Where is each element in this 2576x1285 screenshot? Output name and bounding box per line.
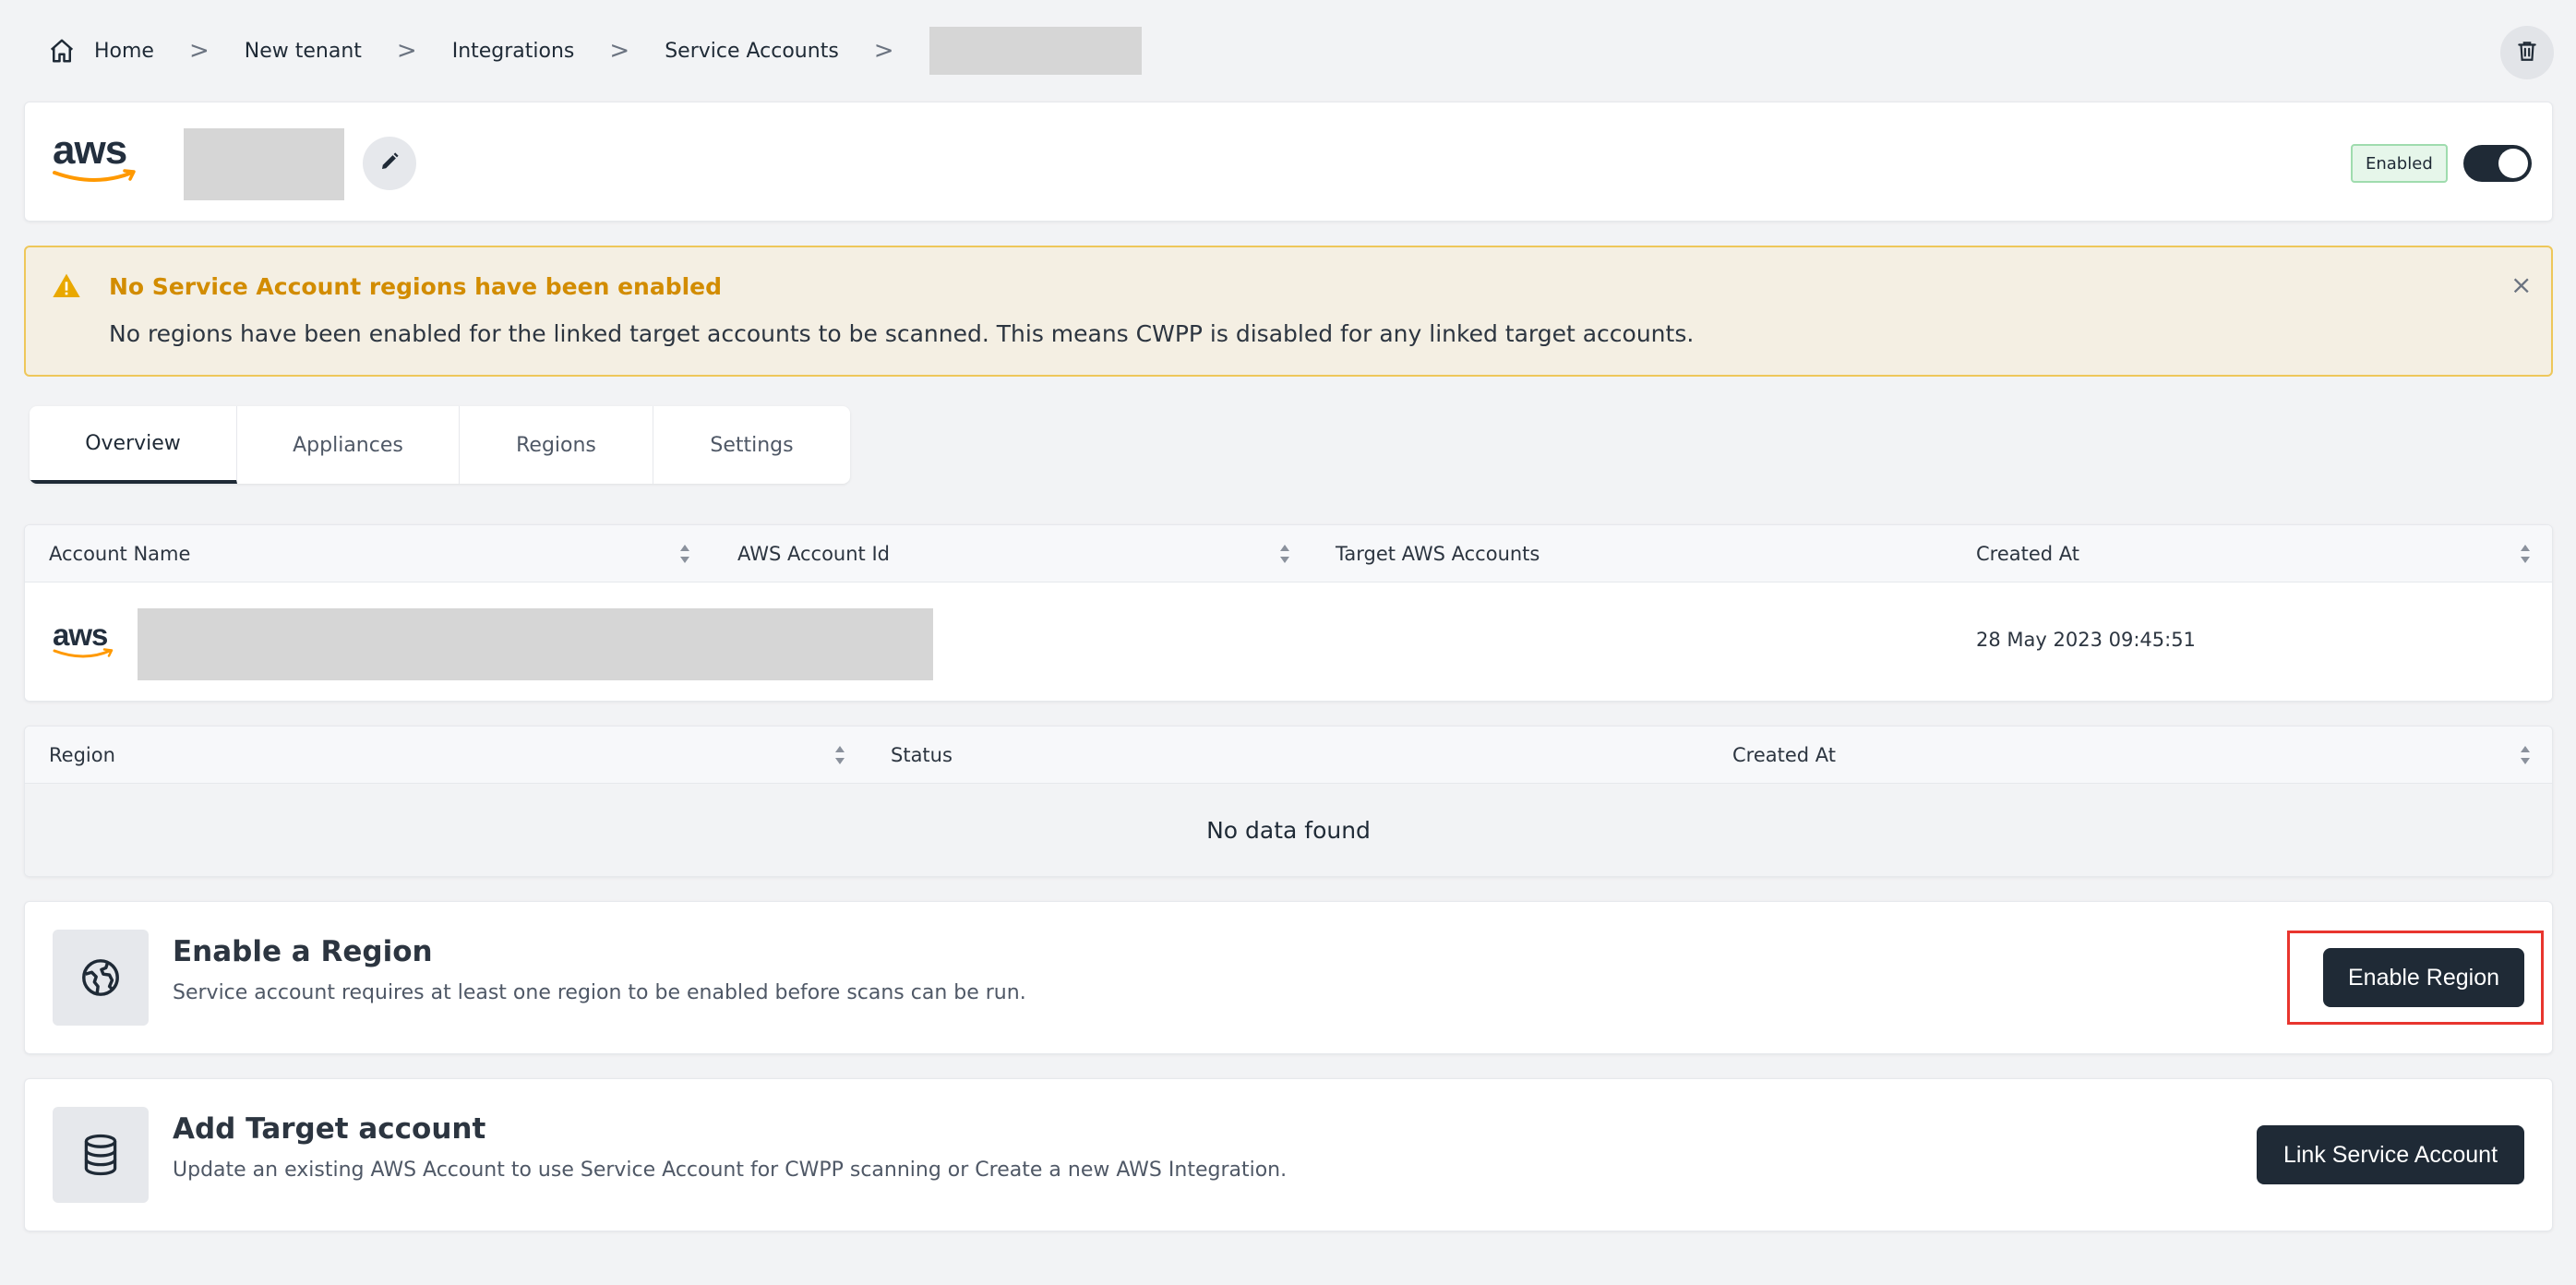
toggle-knob bbox=[2498, 149, 2528, 178]
delete-button[interactable] bbox=[2500, 26, 2554, 79]
tab-bar: Overview Appliances Regions Settings bbox=[30, 406, 850, 484]
add-target-description: Update an existing AWS Account to use Se… bbox=[173, 1159, 1288, 1182]
tab-overview[interactable]: Overview bbox=[30, 406, 237, 484]
aws-logo: aws bbox=[53, 619, 115, 659]
service-account-header: aws Enabled bbox=[24, 102, 2553, 222]
alert-title: No Service Account regions have been ena… bbox=[109, 273, 723, 300]
sort-icon[interactable] bbox=[2519, 743, 2532, 767]
column-header-status: Status bbox=[891, 744, 953, 766]
breadcrumb-home[interactable]: Home bbox=[94, 40, 154, 63]
chevron-right-icon: > bbox=[396, 37, 417, 65]
enable-region-description: Service account requires at least one re… bbox=[173, 981, 1026, 1004]
globe-icon bbox=[53, 930, 149, 1026]
alert-message: No regions have been enabled for the lin… bbox=[109, 320, 1695, 347]
highlight-box bbox=[2287, 931, 2544, 1025]
link-service-account-button[interactable]: Link Service Account bbox=[2257, 1125, 2524, 1184]
warning-icon bbox=[52, 271, 81, 301]
pencil-icon bbox=[378, 150, 401, 176]
column-header-created-at[interactable]: Created At bbox=[1976, 525, 2079, 582]
breadcrumb-integrations[interactable]: Integrations bbox=[452, 40, 575, 63]
column-header-account-name[interactable]: Account Name bbox=[49, 525, 190, 582]
table-row[interactable]: aws 28 May 2023 09:45:51 bbox=[25, 582, 2552, 701]
table-header: Account Name AWS Account Id Target AWS A… bbox=[25, 525, 2552, 582]
breadcrumb-service-accounts[interactable]: Service Accounts bbox=[665, 40, 839, 63]
column-header-region[interactable]: Region bbox=[49, 727, 115, 784]
tab-appliances[interactable]: Appliances bbox=[237, 406, 460, 484]
breadcrumb: Home > New tenant > Integrations > Servi… bbox=[48, 24, 1142, 78]
close-icon[interactable]: × bbox=[2510, 270, 2532, 300]
breadcrumb-current-redacted bbox=[929, 27, 1142, 75]
add-target-card: Add Target account Update an existing AW… bbox=[24, 1078, 2553, 1231]
created-at-cell: 28 May 2023 09:45:51 bbox=[1976, 629, 2196, 651]
breadcrumb-tenant[interactable]: New tenant bbox=[245, 40, 362, 63]
table-header: Region Status Created At bbox=[25, 727, 2552, 784]
account-name-redacted bbox=[184, 128, 344, 200]
sort-icon[interactable] bbox=[678, 542, 691, 566]
home-icon[interactable] bbox=[48, 37, 76, 65]
edit-name-button[interactable] bbox=[363, 137, 416, 190]
column-header-aws-account-id[interactable]: AWS Account Id bbox=[737, 525, 890, 582]
enabled-toggle[interactable] bbox=[2463, 145, 2532, 182]
tab-regions[interactable]: Regions bbox=[460, 406, 653, 484]
account-name-redacted bbox=[138, 608, 933, 680]
add-target-title: Add Target account bbox=[173, 1112, 486, 1146]
chevron-right-icon: > bbox=[609, 37, 630, 65]
aws-logo: aws bbox=[53, 130, 138, 184]
chevron-right-icon: > bbox=[188, 37, 210, 65]
regions-table: Region Status Created At No data found bbox=[24, 726, 2553, 877]
tab-settings[interactable]: Settings bbox=[653, 406, 850, 484]
empty-state: No data found bbox=[25, 784, 2552, 876]
no-regions-alert: No Service Account regions have been ena… bbox=[24, 246, 2553, 377]
trash-icon bbox=[2515, 39, 2539, 66]
column-header-created-at[interactable]: Created At bbox=[1732, 727, 1836, 784]
chevron-right-icon: > bbox=[873, 37, 894, 65]
accounts-table: Account Name AWS Account Id Target AWS A… bbox=[24, 524, 2553, 702]
sort-icon[interactable] bbox=[1278, 542, 1291, 566]
column-header-target-aws-accounts: Target AWS Accounts bbox=[1336, 543, 1540, 565]
sort-icon[interactable] bbox=[2519, 542, 2532, 566]
sort-icon[interactable] bbox=[833, 743, 846, 767]
database-icon bbox=[53, 1107, 149, 1203]
enable-region-title: Enable a Region bbox=[173, 935, 433, 968]
status-badge: Enabled bbox=[2351, 144, 2448, 183]
enable-region-card: Enable a Region Service account requires… bbox=[24, 901, 2553, 1054]
